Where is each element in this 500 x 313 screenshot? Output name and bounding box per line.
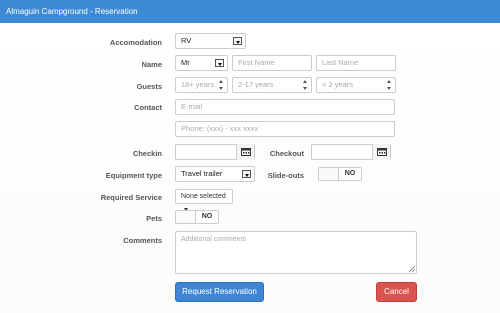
comments-placeholder: Additional comments: [181, 236, 246, 243]
required-service-value: None selected: [181, 193, 226, 200]
children-input[interactable]: 2-17 years: [232, 77, 312, 93]
infants-placeholder: < 2 years: [322, 80, 354, 89]
equipment-type-label: Equipment type: [105, 171, 162, 180]
accommodation-value: RV: [181, 36, 192, 45]
required-service-label: Required Service: [100, 193, 162, 202]
guests-label: Guests: [136, 82, 162, 91]
contact-label: Contact: [134, 103, 162, 112]
name-label: Name: [141, 60, 162, 69]
spinner-icon[interactable]: [219, 80, 224, 90]
equipment-type-value: Travel trailer: [181, 169, 223, 178]
pets-toggle[interactable]: NO: [175, 210, 219, 224]
title-value: Mr: [181, 58, 190, 67]
accommodation-select[interactable]: RV: [175, 33, 246, 49]
accommodation-label: Accomodation: [109, 38, 162, 47]
chevron-down-icon: [233, 37, 242, 45]
toggle-knob[interactable]: [176, 211, 196, 223]
children-placeholder: 2-17 years: [238, 80, 274, 89]
resize-grip-icon[interactable]: [409, 266, 415, 272]
slide-outs-label: Slide-outs: [267, 171, 304, 180]
pets-label: Pets: [146, 214, 162, 223]
toggle-knob[interactable]: [319, 168, 339, 180]
checkout-input[interactable]: [311, 144, 391, 160]
title-select[interactable]: Mr: [175, 55, 228, 71]
checkin-label: Checkin: [132, 149, 162, 158]
window-title: Almaguin Campground - Reservation: [0, 0, 500, 23]
cancel-button[interactable]: Cancel: [376, 282, 417, 302]
adults-input[interactable]: 18+ years: [175, 77, 228, 93]
slide-outs-toggle[interactable]: NO: [318, 167, 362, 181]
request-reservation-button[interactable]: Request Reservation: [175, 282, 264, 302]
required-service-dropdown[interactable]: None selected: [175, 189, 233, 211]
comments-textarea[interactable]: Additional comments: [175, 231, 417, 274]
first-name-input[interactable]: First Name: [232, 55, 312, 71]
last-name-input[interactable]: Last Name: [316, 55, 396, 71]
infants-input[interactable]: < 2 years: [316, 77, 396, 93]
reservation-form: Accomodation RV Name Mr First Name Last …: [0, 23, 500, 313]
comments-label: Comments: [123, 236, 162, 245]
pets-state: NO: [201, 213, 213, 220]
calendar-icon[interactable]: [372, 144, 390, 160]
chevron-down-icon: [215, 59, 224, 67]
adults-placeholder: 18+ years: [181, 80, 215, 89]
phone-input[interactable]: Phone: (xxx) - xxx xxxx: [175, 121, 395, 137]
checkout-label: Checkout: [269, 149, 304, 158]
email-input[interactable]: E-mail: [175, 99, 395, 115]
slide-outs-state: NO: [344, 170, 356, 177]
spinner-icon[interactable]: [387, 80, 392, 90]
spinner-icon[interactable]: [303, 80, 308, 90]
